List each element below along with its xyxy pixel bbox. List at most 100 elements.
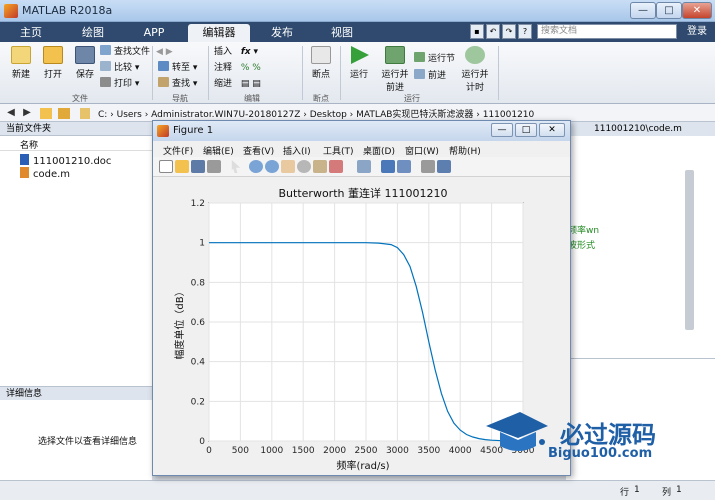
- x-tick-label: 1000: [260, 446, 283, 456]
- menu-view[interactable]: 查看(V): [243, 144, 274, 157]
- hide-tools-icon[interactable]: [421, 160, 435, 173]
- y-tick-label: 0.6: [191, 318, 206, 328]
- new-button[interactable]: 新建: [6, 46, 36, 80]
- minimize-button[interactable]: —: [630, 2, 656, 19]
- parent-folder-icon[interactable]: [40, 108, 52, 119]
- open-button[interactable]: 打开: [38, 46, 68, 80]
- breakpoint-button[interactable]: 断点: [306, 46, 336, 80]
- menu-insert[interactable]: 插入(I): [283, 144, 311, 157]
- redo-icon[interactable]: ↷: [502, 24, 516, 39]
- browse-folder-icon[interactable]: [58, 108, 70, 119]
- status-bar: 行 1 列 1: [0, 480, 715, 500]
- tab-view[interactable]: 视图: [316, 24, 368, 42]
- pointer-icon[interactable]: [231, 160, 241, 173]
- new-label: 新建: [11, 70, 30, 80]
- zoom-in-icon[interactable]: [249, 160, 263, 173]
- save-button[interactable]: 保存: [70, 46, 100, 80]
- menu-help[interactable]: 帮助(H): [449, 144, 481, 157]
- current-path[interactable]: C: › Users › Administrator.WIN7U-2018012…: [98, 107, 534, 120]
- editor-scrollbar[interactable]: [685, 170, 694, 330]
- insert-button[interactable]: 插入 fx ▾: [214, 45, 258, 59]
- indent-icons: ▤ ▤: [240, 79, 261, 89]
- open-label: 打开: [43, 70, 62, 80]
- divider: [302, 46, 303, 100]
- data-cursor-icon[interactable]: [313, 160, 327, 173]
- link-plot-icon[interactable]: [357, 160, 371, 173]
- drive-icon: [80, 108, 90, 119]
- file-item[interactable]: 111001210.doc: [20, 154, 111, 167]
- run-and-time-button[interactable]: 运行并 计时: [458, 46, 492, 93]
- find-label: 查找: [172, 79, 191, 89]
- floppy-icon: [75, 46, 95, 64]
- forward-icon[interactable]: ▶: [20, 106, 34, 120]
- menu-window[interactable]: 窗口(W): [405, 144, 439, 157]
- close-button[interactable]: ✕: [682, 2, 712, 19]
- legend-icon[interactable]: [397, 160, 411, 173]
- y-tick-label: 0.2: [191, 397, 205, 407]
- new-figure-icon[interactable]: [159, 160, 173, 173]
- zoom-out-icon[interactable]: [265, 160, 279, 173]
- print-button[interactable]: 打印 ▾: [100, 77, 139, 91]
- compare-button[interactable]: 比较 ▾: [100, 61, 139, 75]
- tab-publish[interactable]: 发布: [256, 24, 308, 42]
- undo-icon[interactable]: ↶: [486, 24, 500, 39]
- advance-label: 前进: [428, 71, 447, 81]
- find-button[interactable]: 查找 ▾: [158, 77, 197, 91]
- goto-icon: [158, 61, 169, 71]
- advance-button[interactable]: 前进: [414, 69, 446, 83]
- figure-minimize-button[interactable]: —: [491, 123, 513, 137]
- row-value: 1: [634, 485, 640, 495]
- rotate-icon[interactable]: [297, 160, 311, 173]
- folder-icon: [43, 46, 63, 64]
- find-files-icon: [100, 45, 111, 55]
- figure-close-button[interactable]: ✕: [539, 123, 565, 137]
- divider: [152, 46, 153, 100]
- tab-plots[interactable]: 绘图: [64, 24, 122, 42]
- menu-edit[interactable]: 编辑(E): [203, 144, 234, 157]
- back-icon[interactable]: ◀: [4, 106, 18, 120]
- goto-button[interactable]: 转至 ▾: [158, 61, 197, 75]
- pan-hand-icon[interactable]: [281, 160, 295, 173]
- search-docs-input[interactable]: 搜索文档: [537, 24, 677, 39]
- tab-apps[interactable]: APP: [128, 24, 180, 42]
- breakpoint-icon: [311, 46, 331, 64]
- menu-desktop[interactable]: 桌面(D): [363, 144, 395, 157]
- maximize-button[interactable]: □: [656, 2, 682, 19]
- save-figure-icon[interactable]: [191, 160, 205, 173]
- show-tools-icon[interactable]: [437, 160, 451, 173]
- insert-label: 插入: [214, 47, 233, 57]
- brush-icon[interactable]: [329, 160, 343, 173]
- run-section-button[interactable]: 运行节: [414, 52, 455, 66]
- stopwatch-icon: [465, 46, 485, 64]
- figure-title: Figure 1: [173, 125, 214, 136]
- figure-maximize-button[interactable]: □: [515, 123, 537, 137]
- help-icon[interactable]: ?: [518, 24, 532, 39]
- run-time-label: 运行并 计时: [461, 70, 489, 93]
- file-name: code.m: [33, 169, 71, 180]
- find-files-button[interactable]: 查找文件: [100, 45, 150, 59]
- colorbar-icon[interactable]: [381, 160, 395, 173]
- goto-label: 转至: [172, 63, 191, 73]
- run-advance-button[interactable]: 运行并 前进: [378, 46, 412, 93]
- group-run-label: 运行: [404, 94, 420, 103]
- figure-toolbar: [153, 157, 570, 177]
- tab-editor[interactable]: 编辑器: [188, 24, 250, 42]
- open-file-icon[interactable]: [175, 160, 189, 173]
- save-quick-icon[interactable]: ▪: [470, 24, 484, 39]
- y-tick-label: 0.8: [191, 278, 206, 288]
- ribbon-toolstrip: 新建 打开 保存 查找文件 比较 ▾ 打印 ▾ 文件 ◀ ▶ 转至 ▾ 查找 ▾…: [0, 42, 715, 104]
- login-button[interactable]: 登录: [682, 22, 712, 42]
- current-folder-header: 当前文件夹: [0, 122, 152, 136]
- run-button[interactable]: 运行: [344, 46, 374, 80]
- print-figure-icon[interactable]: [207, 160, 221, 173]
- comment-button[interactable]: 注释 % %: [214, 61, 261, 75]
- menu-tools[interactable]: 工具(T): [323, 144, 354, 157]
- file-item[interactable]: code.m: [20, 167, 70, 180]
- tab-home[interactable]: 主页: [6, 24, 56, 42]
- function-dropdown-icon: ▾: [253, 47, 259, 57]
- compare-label: 比较: [114, 63, 133, 73]
- back-forward-disabled: ◀ ▶: [156, 47, 173, 57]
- indent-button[interactable]: 缩进 ▤ ▤: [214, 77, 261, 91]
- y-tick-label: 0.4: [191, 358, 206, 368]
- menu-file[interactable]: 文件(F): [163, 144, 193, 157]
